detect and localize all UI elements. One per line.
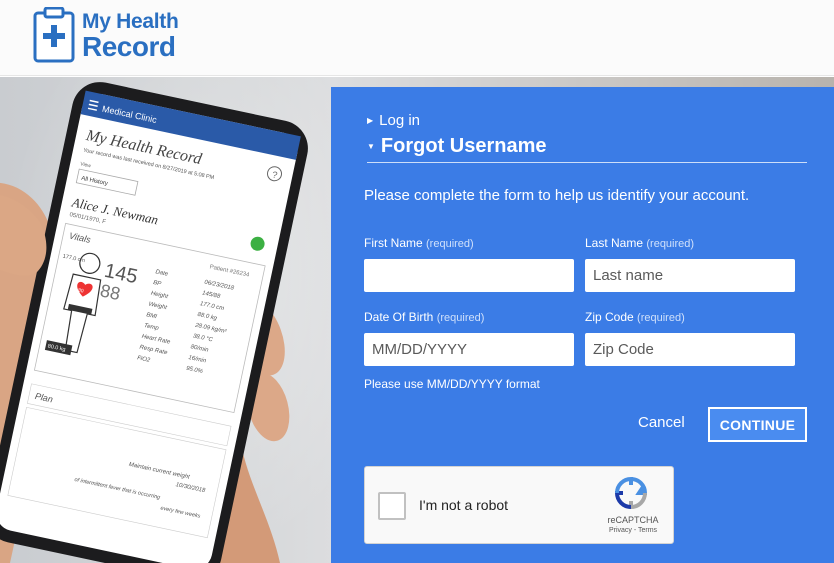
recaptcha-privacy-terms[interactable]: Privacy - Terms [597, 527, 669, 534]
logo-text-line1: My Health [82, 10, 179, 33]
dob-input[interactable] [364, 333, 574, 366]
zip-code-input[interactable] [585, 333, 795, 366]
continue-button[interactable]: CONTINUE [708, 407, 807, 442]
login-link[interactable]: ▶ Log in [367, 112, 420, 129]
logo-text-line2: Record [82, 31, 176, 62]
dob-format-hint: Please use MM/DD/YYYY format [364, 377, 540, 391]
cancel-button[interactable]: Cancel [638, 414, 685, 431]
required-tag: (required) [436, 312, 485, 324]
last-name-label: Last Name (required) [585, 236, 695, 250]
dob-label: Date Of Birth (required) [364, 310, 485, 324]
phone-bp-small: 88 [98, 280, 122, 304]
recaptcha-checkbox[interactable] [378, 492, 406, 520]
forgot-username-panel: ▶ Log in ▼ Forgot Username Please comple… [331, 87, 834, 563]
first-name-label: First Name (required) [364, 236, 474, 250]
recaptcha-logo-icon [614, 476, 648, 510]
forgot-username-label: Forgot Username [380, 135, 547, 157]
required-tag: (required) [646, 238, 695, 250]
heading-divider [367, 162, 807, 163]
required-tag: (required) [637, 312, 685, 324]
zip-code-label: Zip Code (required) [585, 310, 685, 324]
required-tag: (required) [426, 238, 474, 250]
site-logo[interactable]: My Health Record [33, 7, 179, 63]
recaptcha-brand: reCAPTCHA [607, 515, 659, 525]
triangle-right-icon: ▶ [367, 116, 374, 125]
recaptcha-label: I'm not a robot [419, 497, 509, 513]
first-name-input[interactable] [364, 259, 574, 292]
triangle-down-icon: ▼ [367, 142, 375, 151]
recaptcha-widget: I'm not a robot reCAPTCHA Privacy - Term… [364, 466, 674, 544]
forgot-username-heading[interactable]: ▼ Forgot Username [367, 135, 547, 158]
login-link-label: Log in [379, 112, 421, 129]
form-intro-text: Please complete the form to help us iden… [364, 187, 750, 204]
last-name-input[interactable] [585, 259, 795, 292]
phone-illustration: Medical Clinic My Health Record ? Your r… [0, 82, 308, 563]
clipboard-plus-icon [33, 7, 75, 63]
site-header: My Health Record [0, 0, 834, 76]
